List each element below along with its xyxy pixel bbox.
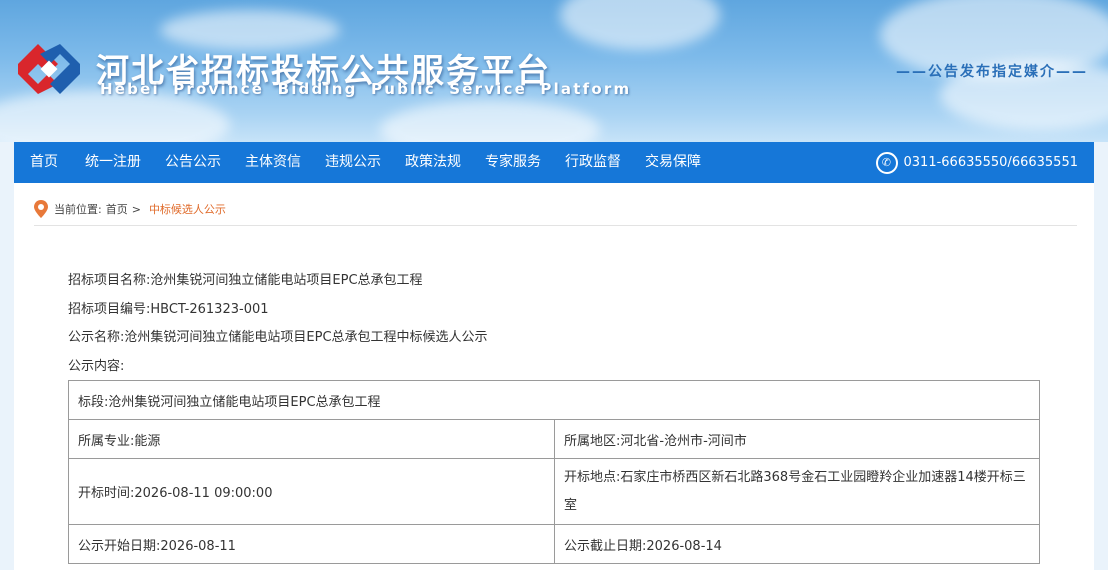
table-row: 所属专业:能源 所属地区:河北省-沧州市-河间市 [68, 419, 1040, 459]
major-cell: 所属专业:能源 [68, 419, 555, 459]
nav-item-experts[interactable]: 专家服务 [485, 142, 541, 183]
breadcrumb-separator: > [131, 202, 141, 216]
region-label: 所属地区: [564, 433, 621, 449]
nav-item-home[interactable]: 首页 [30, 142, 58, 183]
phone-number: 0311-66635550/66635551 [903, 155, 1079, 170]
nav-item-guarantee[interactable]: 交易保障 [645, 142, 701, 183]
notice-name-label: 公示名称: [68, 330, 125, 345]
cloud-decoration [560, 0, 720, 50]
start-date-label: 公示开始日期: [78, 538, 161, 554]
end-date-value: 2026-08-14 [646, 538, 722, 554]
section-value: 沧州集锐河间独立储能电站项目EPC总承包工程 [108, 394, 381, 410]
project-code-label: 招标项目编号: [68, 302, 151, 317]
table-row: 公示开始日期:2026-08-11 公示截止日期:2026-08-14 [68, 524, 1040, 564]
main-content: 当前位置: 首页 > 中标候选人公示 招标项目名称:沧州集锐河间独立储能电站项目… [14, 183, 1094, 570]
nav-item-supervision[interactable]: 行政监督 [565, 142, 621, 183]
major-value: 能源 [134, 433, 161, 449]
table-row: 开标时间:2026-08-11 09:00:00 开标地点:石家庄市桥西区新石北… [68, 458, 1040, 525]
site-subtitle: Hebei Province Bidding Public Service Pl… [100, 80, 632, 98]
project-name-value: 沧州集锐河间独立储能电站项目EPC总承包工程 [150, 273, 423, 288]
breadcrumb-label: 当前位置: [54, 203, 102, 216]
notice-detail-table: 标段:沧州集锐河间独立储能电站项目EPC总承包工程 所属专业:能源 所属地区:河… [68, 380, 1040, 564]
location-pin-icon [34, 200, 48, 218]
region-value: 河北省-沧州市-河间市 [620, 433, 747, 449]
open-place-cell: 开标地点:石家庄市桥西区新石北路368号金石工业园瞪羚企业加速器14楼开标三室 [554, 458, 1040, 525]
divider [34, 225, 1077, 226]
open-time-value: 2026-08-11 09:00:00 [134, 486, 273, 501]
open-place-label: 开标地点: [564, 469, 621, 485]
project-code-value: HBCT-261323-001 [150, 302, 269, 317]
nav-item-announcements[interactable]: 公告公示 [165, 142, 221, 183]
content-label: 公示内容: [68, 359, 125, 374]
open-place-value: 石家庄市桥西区新石北路368号金石工业园瞪羚企业加速器14楼开标三室 [564, 469, 1026, 513]
cloud-decoration [380, 100, 600, 142]
major-label: 所属专业: [78, 433, 135, 449]
project-name-line: 招标项目名称:沧州集锐河间独立储能电站项目EPC总承包工程 [68, 269, 423, 288]
platform-logo[interactable] [14, 40, 84, 96]
breadcrumb-home[interactable]: 首页 [106, 201, 128, 217]
open-time-label: 开标时间: [78, 486, 135, 501]
project-code-line: 招标项目编号:HBCT-261323-001 [68, 298, 269, 317]
project-name-label: 招标项目名称: [68, 273, 151, 288]
notice-name-value: 沧州集锐河间独立储能电站项目EPC总承包工程中标候选人公示 [124, 330, 488, 345]
nav-item-register[interactable]: 统一注册 [85, 142, 141, 183]
phone-icon: ✆ [875, 151, 898, 174]
end-date-label: 公示截止日期: [564, 538, 647, 554]
nav-item-violations[interactable]: 违规公示 [325, 142, 381, 183]
region-cell: 所属地区:河北省-沧州市-河间市 [554, 419, 1040, 459]
start-date-cell: 公示开始日期:2026-08-11 [68, 524, 555, 564]
section-cell: 标段:沧州集锐河间独立储能电站项目EPC总承包工程 [68, 380, 1040, 420]
nav-item-policy[interactable]: 政策法规 [405, 142, 461, 183]
breadcrumb-current: 中标候选人公示 [148, 203, 226, 216]
notice-name-line: 公示名称:沧州集锐河间独立储能电站项目EPC总承包工程中标候选人公示 [68, 326, 488, 345]
end-date-cell: 公示截止日期:2026-08-14 [554, 524, 1040, 564]
contact-phone: ✆ 0311-66635550/66635551 [875, 142, 1079, 183]
section-label: 标段: [78, 394, 109, 410]
table-row: 标段:沧州集锐河间独立储能电站项目EPC总承包工程 [68, 380, 1040, 420]
slogan: ——公告发布指定媒介—— [896, 64, 1088, 80]
breadcrumb: 当前位置: 首页 > 中标候选人公示 [34, 197, 226, 221]
start-date-value: 2026-08-11 [160, 538, 236, 554]
open-time-cell: 开标时间:2026-08-11 09:00:00 [68, 458, 555, 525]
main-nav: 首页 统一注册 公告公示 主体资信 违规公示 政策法规 专家服务 行政监督 交易… [14, 142, 1094, 183]
site-header: 河北省招标投标公共服务平台 Hebei Province Bidding Pub… [0, 0, 1108, 142]
nav-item-credit[interactable]: 主体资信 [245, 142, 301, 183]
